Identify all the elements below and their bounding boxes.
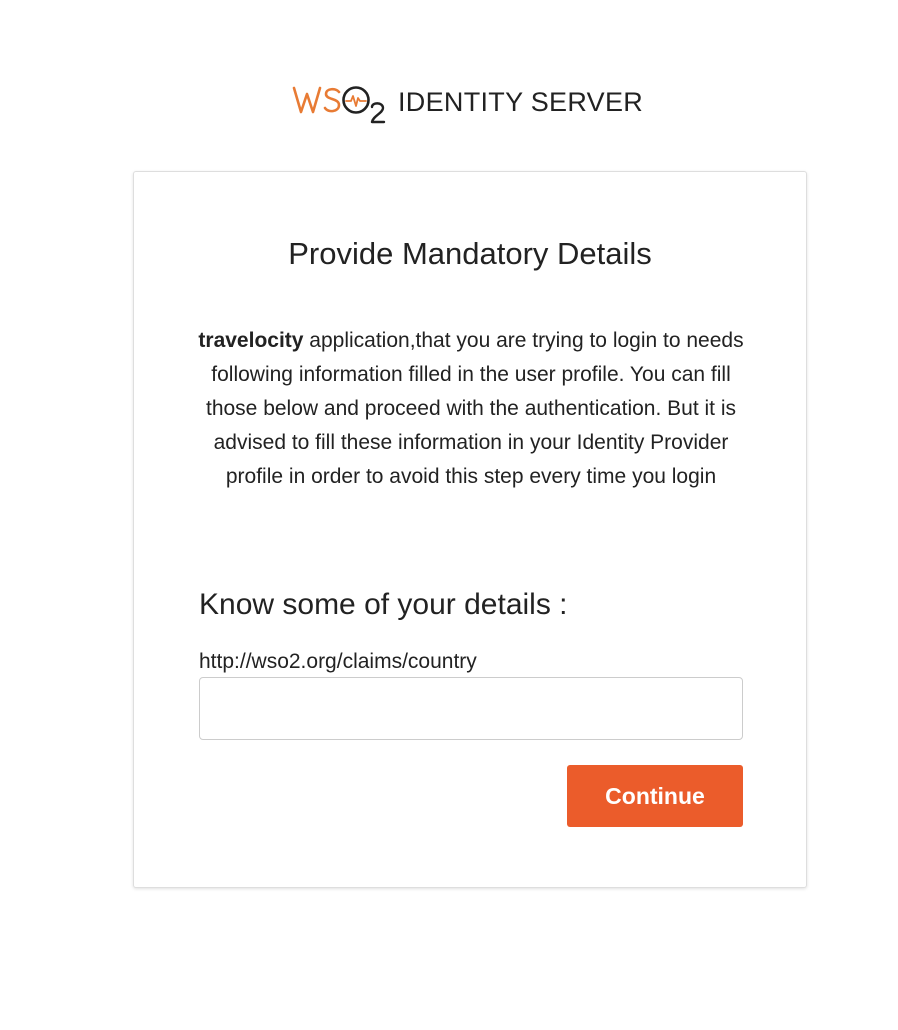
country-claim-label: http://wso2.org/claims/country <box>199 650 477 673</box>
wso2-identity-server-logo: IDENTITY SERVER <box>292 80 643 124</box>
description-text: travelocity application,that you are try… <box>196 324 746 494</box>
description-body: application,that you are trying to login… <box>205 329 744 488</box>
wso2-logo-icon <box>292 86 386 124</box>
product-name: IDENTITY SERVER <box>398 86 644 117</box>
page: IDENTITY SERVER Provide Mandatory Detail… <box>0 0 898 1030</box>
mandatory-details-card: Provide Mandatory Details travelocity ap… <box>133 171 807 888</box>
page-title: Provide Mandatory Details <box>288 236 652 271</box>
section-heading: Know some of your details : <box>199 588 568 621</box>
application-name: travelocity <box>198 329 304 352</box>
country-claim-input[interactable] <box>199 677 743 740</box>
continue-button[interactable]: Continue <box>567 765 743 827</box>
